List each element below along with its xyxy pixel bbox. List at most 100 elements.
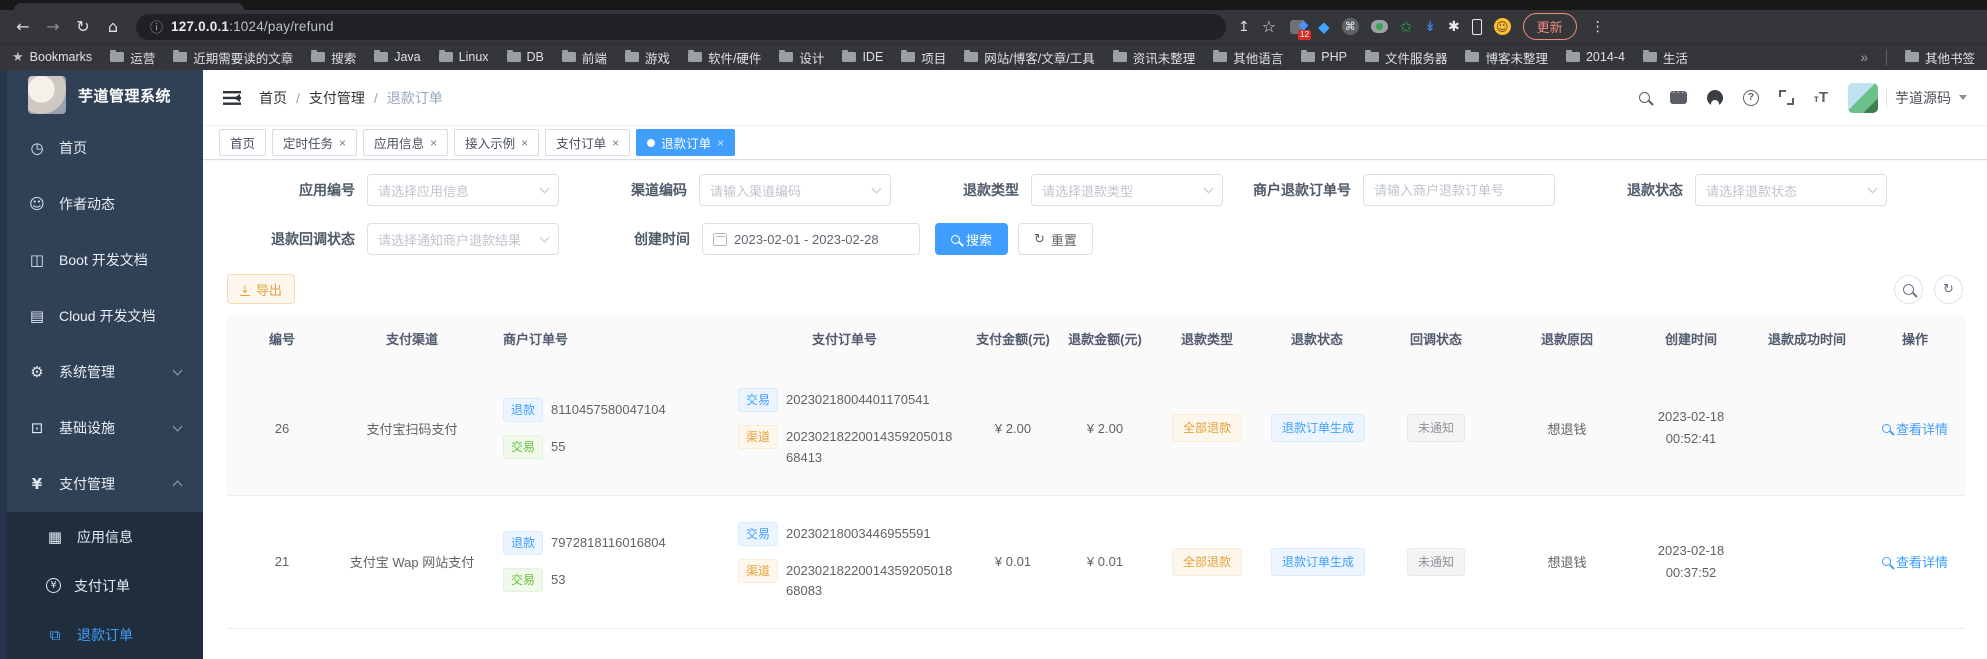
folder-icon (110, 52, 124, 62)
sidebar-subitem[interactable]: 应用信息 (0, 512, 203, 561)
address-bar[interactable]: 127.0.0.1:1024/pay/refund (136, 14, 1226, 40)
user-dropdown[interactable]: 芋道源码 (1848, 83, 1967, 113)
bookmark-folder[interactable]: PHP (1301, 48, 1347, 67)
site-info-icon[interactable] (150, 17, 163, 36)
bookmark-label: 文件服务器 (1385, 48, 1448, 67)
extension-phone-icon[interactable] (1472, 19, 1482, 35)
sidebar-item[interactable]: 基础设施 (0, 400, 203, 456)
bookmark-folder[interactable]: 设计 (779, 48, 824, 67)
bookmark-folder[interactable]: 其他语言 (1213, 48, 1283, 67)
search-icon[interactable] (1639, 92, 1650, 103)
tab[interactable]: 退款订单 (636, 129, 735, 156)
extension-command-icon[interactable] (1342, 18, 1359, 35)
bookmark-folder[interactable]: 近期需要读的文章 (173, 48, 293, 67)
search-button[interactable]: 搜索 (935, 223, 1008, 255)
refund-status-badge: 退款订单生成 (1271, 414, 1365, 442)
sidebar-item[interactable]: 系统管理 (0, 344, 203, 400)
fullscreen-icon[interactable] (1779, 90, 1794, 105)
merchant-refund-no-input[interactable] (1363, 174, 1555, 206)
bookmark-folder[interactable]: 软件/硬件 (688, 48, 761, 67)
home-icon[interactable] (100, 14, 126, 40)
message-icon[interactable] (1670, 91, 1687, 104)
bookmark-folder[interactable]: 前端 (562, 48, 607, 67)
refresh-table-button[interactable] (1934, 275, 1963, 304)
font-size-icon[interactable] (1814, 90, 1828, 105)
close-icon[interactable] (612, 136, 619, 150)
bookmark-folder[interactable]: Linux (439, 48, 489, 67)
back-icon[interactable] (10, 14, 36, 40)
view-detail-link[interactable]: 查看详情 (1882, 419, 1948, 438)
url-text: 127.0.0.1:1024/pay/refund (171, 19, 334, 34)
sidebar-item[interactable]: 作者动态 (0, 176, 203, 232)
sidebar-item[interactable]: 首页 (0, 120, 203, 176)
bookmark-folder[interactable]: 项目 (901, 48, 946, 67)
extension-emoji-icon[interactable] (1494, 18, 1511, 35)
bookmarks-root[interactable]: Bookmarks (12, 50, 92, 65)
breadcrumb-home[interactable]: 首页 (259, 88, 287, 108)
bookmark-star-icon[interactable] (1262, 17, 1276, 36)
create-time-range-picker[interactable]: 2023-02-01 - 2023-02-28 (702, 223, 920, 255)
show-search-button[interactable] (1894, 275, 1923, 304)
bookmark-label: 近期需要读的文章 (193, 48, 293, 67)
view-detail-link[interactable]: 查看详情 (1882, 552, 1948, 571)
github-icon[interactable] (1707, 90, 1723, 106)
extension-recorder-icon[interactable] (1371, 20, 1388, 33)
collapse-sidebar-icon[interactable] (223, 91, 241, 105)
tab[interactable]: 应用信息 (363, 129, 448, 156)
bookmark-folder[interactable]: Java (374, 48, 420, 67)
bookmark-folder[interactable]: 文件服务器 (1365, 48, 1448, 67)
refund-status-select[interactable]: 请选择退款状态 (1695, 174, 1887, 206)
sidebar-item[interactable]: Boot 开发文档 (0, 232, 203, 288)
browser-update-button[interactable]: 更新 (1523, 13, 1577, 40)
extension-paw-icon[interactable] (1448, 19, 1460, 35)
refund-type-select[interactable]: 请选择退款类型 (1031, 174, 1223, 206)
close-icon[interactable] (430, 136, 437, 150)
bookmarks-overflow-icon[interactable] (1860, 49, 1868, 65)
app-logo[interactable]: 芋道管理系统 (0, 70, 203, 120)
bookmark-folder[interactable]: 搜索 (311, 48, 356, 67)
sidebar-item[interactable]: Cloud 开发文档 (0, 288, 203, 344)
help-icon[interactable] (1743, 90, 1759, 106)
bookmark-folder[interactable]: 网站/博客/文章/工具 (964, 48, 1094, 67)
sidebar-subitem[interactable]: 退款订单 (0, 610, 203, 659)
export-button[interactable]: 导出 (227, 274, 295, 304)
extension-scroll-icon[interactable] (1424, 19, 1436, 35)
bookmark-folder[interactable]: 资讯未整理 (1113, 48, 1196, 67)
close-icon[interactable] (717, 136, 724, 150)
tab[interactable]: 接入示例 (454, 129, 539, 156)
reload-icon[interactable] (70, 14, 96, 40)
sidebar-item[interactable]: 支付管理 (0, 456, 203, 512)
extension-panel-icon[interactable]: 12 (1288, 18, 1306, 36)
bookmark-folder[interactable]: 生活 (1643, 48, 1688, 67)
tab[interactable]: 首页 (219, 129, 266, 156)
close-icon[interactable] (339, 136, 346, 150)
search-icon (1882, 424, 1891, 433)
bookmark-label: PHP (1321, 50, 1347, 64)
sidebar-subitem[interactable]: 支付订单 (0, 561, 203, 610)
channel-code-select[interactable]: 请输入渠道编码 (699, 174, 891, 206)
close-icon[interactable] (521, 136, 528, 150)
share-icon[interactable] (1238, 19, 1250, 35)
refund-type-badge: 全部退款 (1172, 548, 1242, 576)
app-id-select[interactable]: 请选择应用信息 (367, 174, 559, 206)
forward-icon[interactable] (40, 14, 66, 40)
bookmark-folder[interactable]: 博客未整理 (1465, 48, 1548, 67)
bookmark-folder[interactable]: 游戏 (625, 48, 670, 67)
folder-icon (625, 52, 639, 62)
bookmark-folder[interactable]: 运营 (110, 48, 155, 67)
bookmark-folder[interactable]: DB (507, 48, 544, 67)
bookmark-folder[interactable]: IDE (842, 48, 883, 67)
breadcrumb-pay[interactable]: 支付管理 (309, 88, 365, 108)
browser-active-tab[interactable] (14, 3, 244, 10)
folder-icon (1643, 52, 1657, 62)
browser-menu-icon[interactable] (1589, 19, 1607, 35)
folder-icon (1213, 52, 1227, 62)
bookmark-folder[interactable]: 2014-4 (1566, 48, 1625, 67)
extension-kite-icon[interactable] (1318, 18, 1330, 36)
other-bookmarks[interactable]: 其他书签 (1905, 48, 1975, 67)
tab[interactable]: 支付订单 (545, 129, 630, 156)
extension-star-icon[interactable] (1400, 18, 1413, 36)
tab[interactable]: 定时任务 (272, 129, 357, 156)
notify-status-select[interactable]: 请选择通知商户退款结果 (367, 223, 559, 255)
reset-button[interactable]: 重置 (1018, 223, 1093, 255)
